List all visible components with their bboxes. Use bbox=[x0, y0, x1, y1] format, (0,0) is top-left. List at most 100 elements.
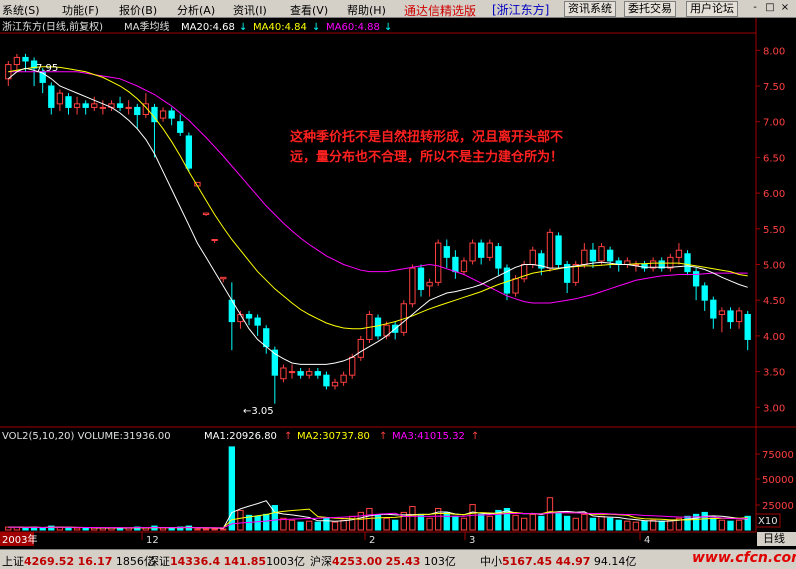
price-tick-label: 5.50 bbox=[763, 225, 785, 236]
candle-down bbox=[744, 313, 751, 340]
candle-up bbox=[486, 242, 493, 258]
menu-view[interactable]: 查看(V) bbox=[290, 2, 328, 18]
volume-bar-down bbox=[297, 521, 304, 531]
minimize-icon[interactable]: - bbox=[748, 2, 762, 15]
candle-down bbox=[555, 235, 562, 265]
annotation-line-1: 这种季价托不是自然扭转形成，况且离开头部不 bbox=[290, 129, 563, 145]
volume-bar-down bbox=[641, 520, 648, 531]
info-system-button[interactable]: 资讯系统 bbox=[564, 1, 616, 17]
candle-up bbox=[409, 267, 416, 305]
candlesticks bbox=[5, 53, 751, 404]
candle-down bbox=[692, 271, 700, 287]
candle-up bbox=[211, 238, 218, 241]
price-tick-label: 5.00 bbox=[763, 260, 785, 271]
volume-bar-down bbox=[615, 519, 622, 531]
index-value: 14336.4 bbox=[170, 555, 221, 568]
candle-down bbox=[22, 56, 29, 62]
index-change: 25.43 bbox=[385, 555, 421, 568]
candle-up bbox=[13, 56, 21, 66]
volume-bar-up bbox=[73, 527, 81, 531]
vol-multiplier: X10 bbox=[758, 516, 778, 527]
candle-up bbox=[340, 374, 347, 383]
low-price-marker: ←3.05 bbox=[243, 406, 274, 417]
menu-system[interactable]: 系统(S) bbox=[2, 2, 40, 18]
candle-up bbox=[220, 276, 227, 280]
volume-bar-up bbox=[632, 521, 640, 531]
ma40-label: MA40:4.84 bbox=[253, 22, 307, 33]
candle-down bbox=[727, 310, 734, 323]
price-tick-label: 3.50 bbox=[763, 368, 785, 379]
volume-bar-up bbox=[211, 528, 218, 531]
price-axis: 8.00 7.50 7.00 6.50 6.00 5.50 5.00 4.50 4.00 3.50… bbox=[756, 46, 785, 414]
index-change: 141.85 bbox=[223, 555, 267, 568]
candle-down bbox=[701, 285, 708, 301]
price-tick-label: 4.00 bbox=[763, 332, 785, 343]
volume-bar-down bbox=[82, 527, 89, 531]
candle-up bbox=[349, 356, 356, 376]
restore-icon[interactable]: □ bbox=[763, 2, 777, 15]
volume-bar-up bbox=[159, 527, 167, 531]
candle-up bbox=[73, 103, 81, 108]
volume-bar-down bbox=[254, 515, 261, 531]
forum-button[interactable]: 用户论坛 bbox=[686, 1, 738, 17]
menu-analysis[interactable]: 分析(A) bbox=[177, 2, 215, 18]
volume-bar-up bbox=[331, 521, 339, 531]
menu-help[interactable]: 帮助(H) bbox=[347, 2, 386, 18]
volume-bar-down bbox=[168, 527, 175, 531]
index-change: 44.97 bbox=[555, 555, 591, 568]
price-tick-label: 7.50 bbox=[763, 82, 785, 93]
stock-tab[interactable]: [浙江东方] bbox=[492, 1, 549, 18]
price-tick-label: 8.00 bbox=[763, 46, 785, 57]
candle-up bbox=[735, 310, 743, 323]
trade-button[interactable]: 委托交易 bbox=[624, 1, 676, 17]
volume-bar-down bbox=[228, 446, 236, 531]
period-tab[interactable]: 日线 bbox=[757, 532, 796, 546]
candle-down bbox=[452, 256, 459, 273]
volume-bar-up bbox=[340, 519, 347, 531]
index-name: 上证 bbox=[2, 555, 24, 568]
volume-bar-down bbox=[39, 527, 46, 531]
ma20-label: MA20:4.68 bbox=[181, 22, 235, 33]
index-name: 中小 bbox=[480, 555, 502, 568]
volume-bar-down bbox=[22, 527, 29, 531]
stock-chart[interactable]: 浙江东方(日线,前复权) MA季均线 MA20:4.68 ↓ MA40:4.84… bbox=[0, 18, 796, 549]
volume-bar-down bbox=[443, 511, 450, 531]
candle-up bbox=[306, 371, 313, 376]
menu-info[interactable]: 资讯(I) bbox=[233, 2, 267, 18]
volume-panel-title: VOL2(5,10,20) VOLUME:31936.00 bbox=[2, 431, 171, 442]
menu-function[interactable]: 功能(F) bbox=[62, 2, 99, 18]
volume-bar-up bbox=[383, 517, 390, 531]
candle-down bbox=[48, 85, 55, 108]
candle-up bbox=[125, 106, 132, 109]
close-icon[interactable]: × bbox=[778, 2, 792, 15]
candle-up bbox=[426, 281, 433, 287]
candle-down bbox=[314, 371, 321, 376]
brand-title: 通达信精选版 bbox=[404, 4, 477, 18]
index-hushen[interactable]: 沪深4253.00 25.43 103亿 bbox=[310, 553, 456, 569]
indicator-name: MA季均线 bbox=[124, 20, 169, 33]
volume-bar-down bbox=[478, 513, 485, 531]
volume-bar-down bbox=[701, 511, 708, 531]
index-volume: 94.14亿 bbox=[593, 555, 637, 568]
vol-ma1-label: MA1:20926.80 bbox=[204, 431, 277, 442]
candle-up bbox=[288, 371, 296, 374]
candle-down bbox=[177, 121, 184, 133]
index-value: 4253.00 bbox=[332, 555, 383, 568]
x-label-mar: 3 bbox=[469, 535, 475, 546]
index-shenzhen[interactable]: 深证14336.4 141.851003亿 bbox=[148, 553, 305, 569]
volume-bar-down bbox=[538, 515, 545, 531]
volume-bar-up bbox=[529, 513, 536, 531]
volume-bar-down bbox=[710, 517, 717, 531]
candle-down bbox=[495, 246, 502, 269]
index-shanghai[interactable]: 上证4269.52 16.17 1856亿 bbox=[2, 553, 155, 569]
volume-bar-up bbox=[220, 528, 227, 531]
volume-bar-up bbox=[624, 520, 631, 531]
menu-quote[interactable]: 报价(B) bbox=[119, 2, 157, 18]
index-smallcap[interactable]: 中小5167.45 44.97 94.14亿 bbox=[480, 553, 636, 569]
volume-bar-down bbox=[589, 517, 597, 531]
price-tick-label: 6.50 bbox=[763, 153, 785, 164]
high-price-marker: 7.95 bbox=[36, 63, 58, 74]
volume-bar-up bbox=[546, 497, 554, 531]
candle-up bbox=[91, 103, 98, 108]
candle-down bbox=[374, 317, 382, 337]
